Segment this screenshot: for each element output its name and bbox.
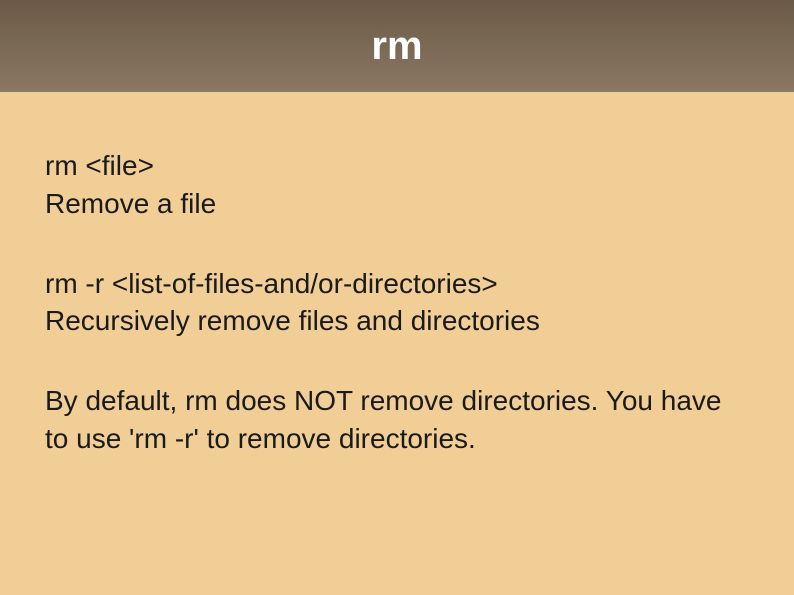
note-block: By default, rm does NOT remove directori… <box>45 382 749 458</box>
usage-block-1: rm <file> Remove a file <box>45 147 749 223</box>
syntax-line: rm <file> <box>45 147 749 185</box>
note-text: By default, rm does NOT remove directori… <box>45 382 749 458</box>
usage-block-2: rm -r <list-of-files-and/or-directories>… <box>45 265 749 341</box>
slide-header: rm <box>0 0 794 92</box>
slide-content: rm <file> Remove a file rm -r <list-of-f… <box>0 92 794 458</box>
description-line: Recursively remove files and directories <box>45 302 749 340</box>
slide-title: rm <box>371 24 422 69</box>
description-line: Remove a file <box>45 185 749 223</box>
syntax-line: rm -r <list-of-files-and/or-directories> <box>45 265 749 303</box>
